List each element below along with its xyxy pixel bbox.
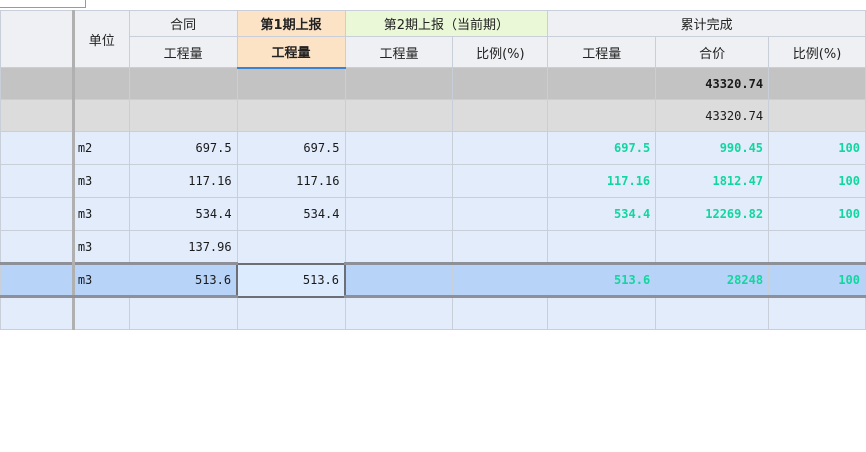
header-period2[interactable]: 第2期上报（当前期） — [344, 10, 549, 37]
cell-cumulative-ratio — [768, 230, 866, 264]
row-handle[interactable] — [0, 230, 75, 264]
table-row[interactable] — [0, 296, 866, 330]
cell-cumulative-price: 28248 — [655, 262, 770, 298]
header-period1[interactable]: 第1期上报 — [236, 10, 346, 37]
header-row-number — [0, 10, 75, 68]
cell-cumulative-qty: 513.6 — [547, 262, 657, 298]
cell-unit[interactable]: m3 — [72, 164, 130, 198]
row-handle[interactable] — [0, 164, 75, 198]
cell-cumulative-ratio: 100 — [768, 164, 866, 198]
cell-cumulative-price: 12269.82 — [655, 197, 770, 231]
row-handle[interactable] — [0, 197, 75, 231]
cell-period2-qty[interactable] — [344, 296, 454, 330]
cell-cumulative-ratio: 100 — [768, 131, 866, 165]
cell-cumulative-price: 990.45 — [655, 131, 770, 165]
cell-cumulative-price — [655, 230, 770, 264]
cell-period2-qty[interactable] — [344, 197, 454, 231]
cell-cumulative-price: 1812.47 — [655, 164, 770, 198]
summary-row-total[interactable]: 43320.74 — [0, 67, 866, 100]
row-handle[interactable] — [0, 262, 75, 298]
cell-cumulative-qty: 534.4 — [547, 197, 657, 231]
header-cumulative-price[interactable]: 合价 — [655, 36, 770, 68]
top-tab[interactable] — [0, 0, 86, 8]
cell-unit[interactable]: m3 — [72, 262, 130, 298]
cell-period1-qty[interactable]: 117.16 — [236, 164, 346, 198]
cell-period1-qty-active[interactable]: 513.6 — [236, 262, 346, 298]
header-cumulative-ratio[interactable]: 比例(%) — [768, 36, 866, 68]
cell-contract-qty[interactable] — [128, 296, 238, 330]
table-row[interactable]: m3 137.96 — [0, 230, 866, 264]
cell-period2-ratio[interactable] — [452, 164, 549, 198]
cell-cumulative-qty — [547, 230, 657, 264]
header-period2-ratio[interactable]: 比例(%) — [452, 36, 549, 68]
table-row-selected[interactable]: m3 513.6 513.6 513.6 28248 100 — [0, 262, 866, 298]
cell-period1-qty[interactable]: 697.5 — [236, 131, 346, 165]
table-row[interactable]: m3 534.4 534.4 534.4 12269.82 100 — [0, 197, 866, 231]
cell-cumulative-ratio — [768, 296, 866, 330]
cell-unit[interactable]: m3 — [72, 197, 130, 231]
top-strip — [0, 0, 866, 10]
cell-unit[interactable]: m2 — [72, 131, 130, 165]
summary-total-price: 43320.74 — [655, 67, 770, 100]
table-row[interactable]: m2 697.5 697.5 697.5 990.45 100 — [0, 131, 866, 165]
cell-period1-qty[interactable]: 534.4 — [236, 197, 346, 231]
cell-period2-ratio[interactable] — [452, 197, 549, 231]
header-period1-qty[interactable]: 工程量 — [236, 36, 346, 69]
summary-sub-price: 43320.74 — [655, 99, 770, 132]
cell-period2-qty[interactable] — [344, 262, 454, 298]
cell-cumulative-qty: 697.5 — [547, 131, 657, 165]
cell-contract-qty[interactable]: 117.16 — [128, 164, 238, 198]
header-contract[interactable]: 合同 — [128, 10, 238, 37]
cell-unit[interactable] — [72, 296, 130, 330]
header-contract-qty[interactable]: 工程量 — [128, 36, 238, 68]
cell-contract-qty[interactable]: 534.4 — [128, 197, 238, 231]
measure-grid: 单位 合同 第1期上报 第2期上报（当前期） 累计完成 工程量 工程量 工程量 … — [0, 10, 866, 330]
cell-period2-qty[interactable] — [344, 164, 454, 198]
cell-period2-ratio[interactable] — [452, 230, 549, 264]
header-cumulative[interactable]: 累计完成 — [547, 10, 866, 37]
header-row-1: 单位 合同 第1期上报 第2期上报（当前期） 累计完成 — [0, 10, 866, 68]
cell-cumulative-ratio: 100 — [768, 262, 866, 298]
row-handle[interactable] — [0, 131, 75, 165]
cell-cumulative-qty: 117.16 — [547, 164, 657, 198]
cell-period2-ratio[interactable] — [452, 296, 549, 330]
header-unit[interactable]: 单位 — [72, 10, 130, 68]
cell-period2-qty[interactable] — [344, 230, 454, 264]
cell-period1-qty[interactable] — [236, 296, 346, 330]
header-period2-qty[interactable]: 工程量 — [344, 36, 454, 68]
cell-period2-ratio[interactable] — [452, 131, 549, 165]
cell-period2-qty[interactable] — [344, 131, 454, 165]
cell-period2-ratio[interactable] — [452, 262, 549, 298]
table-row[interactable]: m3 117.16 117.16 117.16 1812.47 100 — [0, 164, 866, 198]
header-row-2: 工程量 工程量 工程量 比例(%) 工程量 合价 比例(%) — [1, 36, 866, 69]
cell-cumulative-ratio: 100 — [768, 197, 866, 231]
header-cumulative-qty[interactable]: 工程量 — [547, 36, 657, 68]
cell-cumulative-qty — [547, 296, 657, 330]
cell-contract-qty[interactable]: 513.6 — [128, 262, 238, 298]
cell-unit[interactable]: m3 — [72, 230, 130, 264]
cell-cumulative-price — [655, 296, 770, 330]
cell-contract-qty[interactable]: 137.96 — [128, 230, 238, 264]
summary-row-sub[interactable]: 43320.74 — [0, 99, 866, 132]
row-handle[interactable] — [0, 296, 75, 330]
cell-contract-qty[interactable]: 697.5 — [128, 131, 238, 165]
cell-period1-qty[interactable] — [236, 230, 346, 264]
